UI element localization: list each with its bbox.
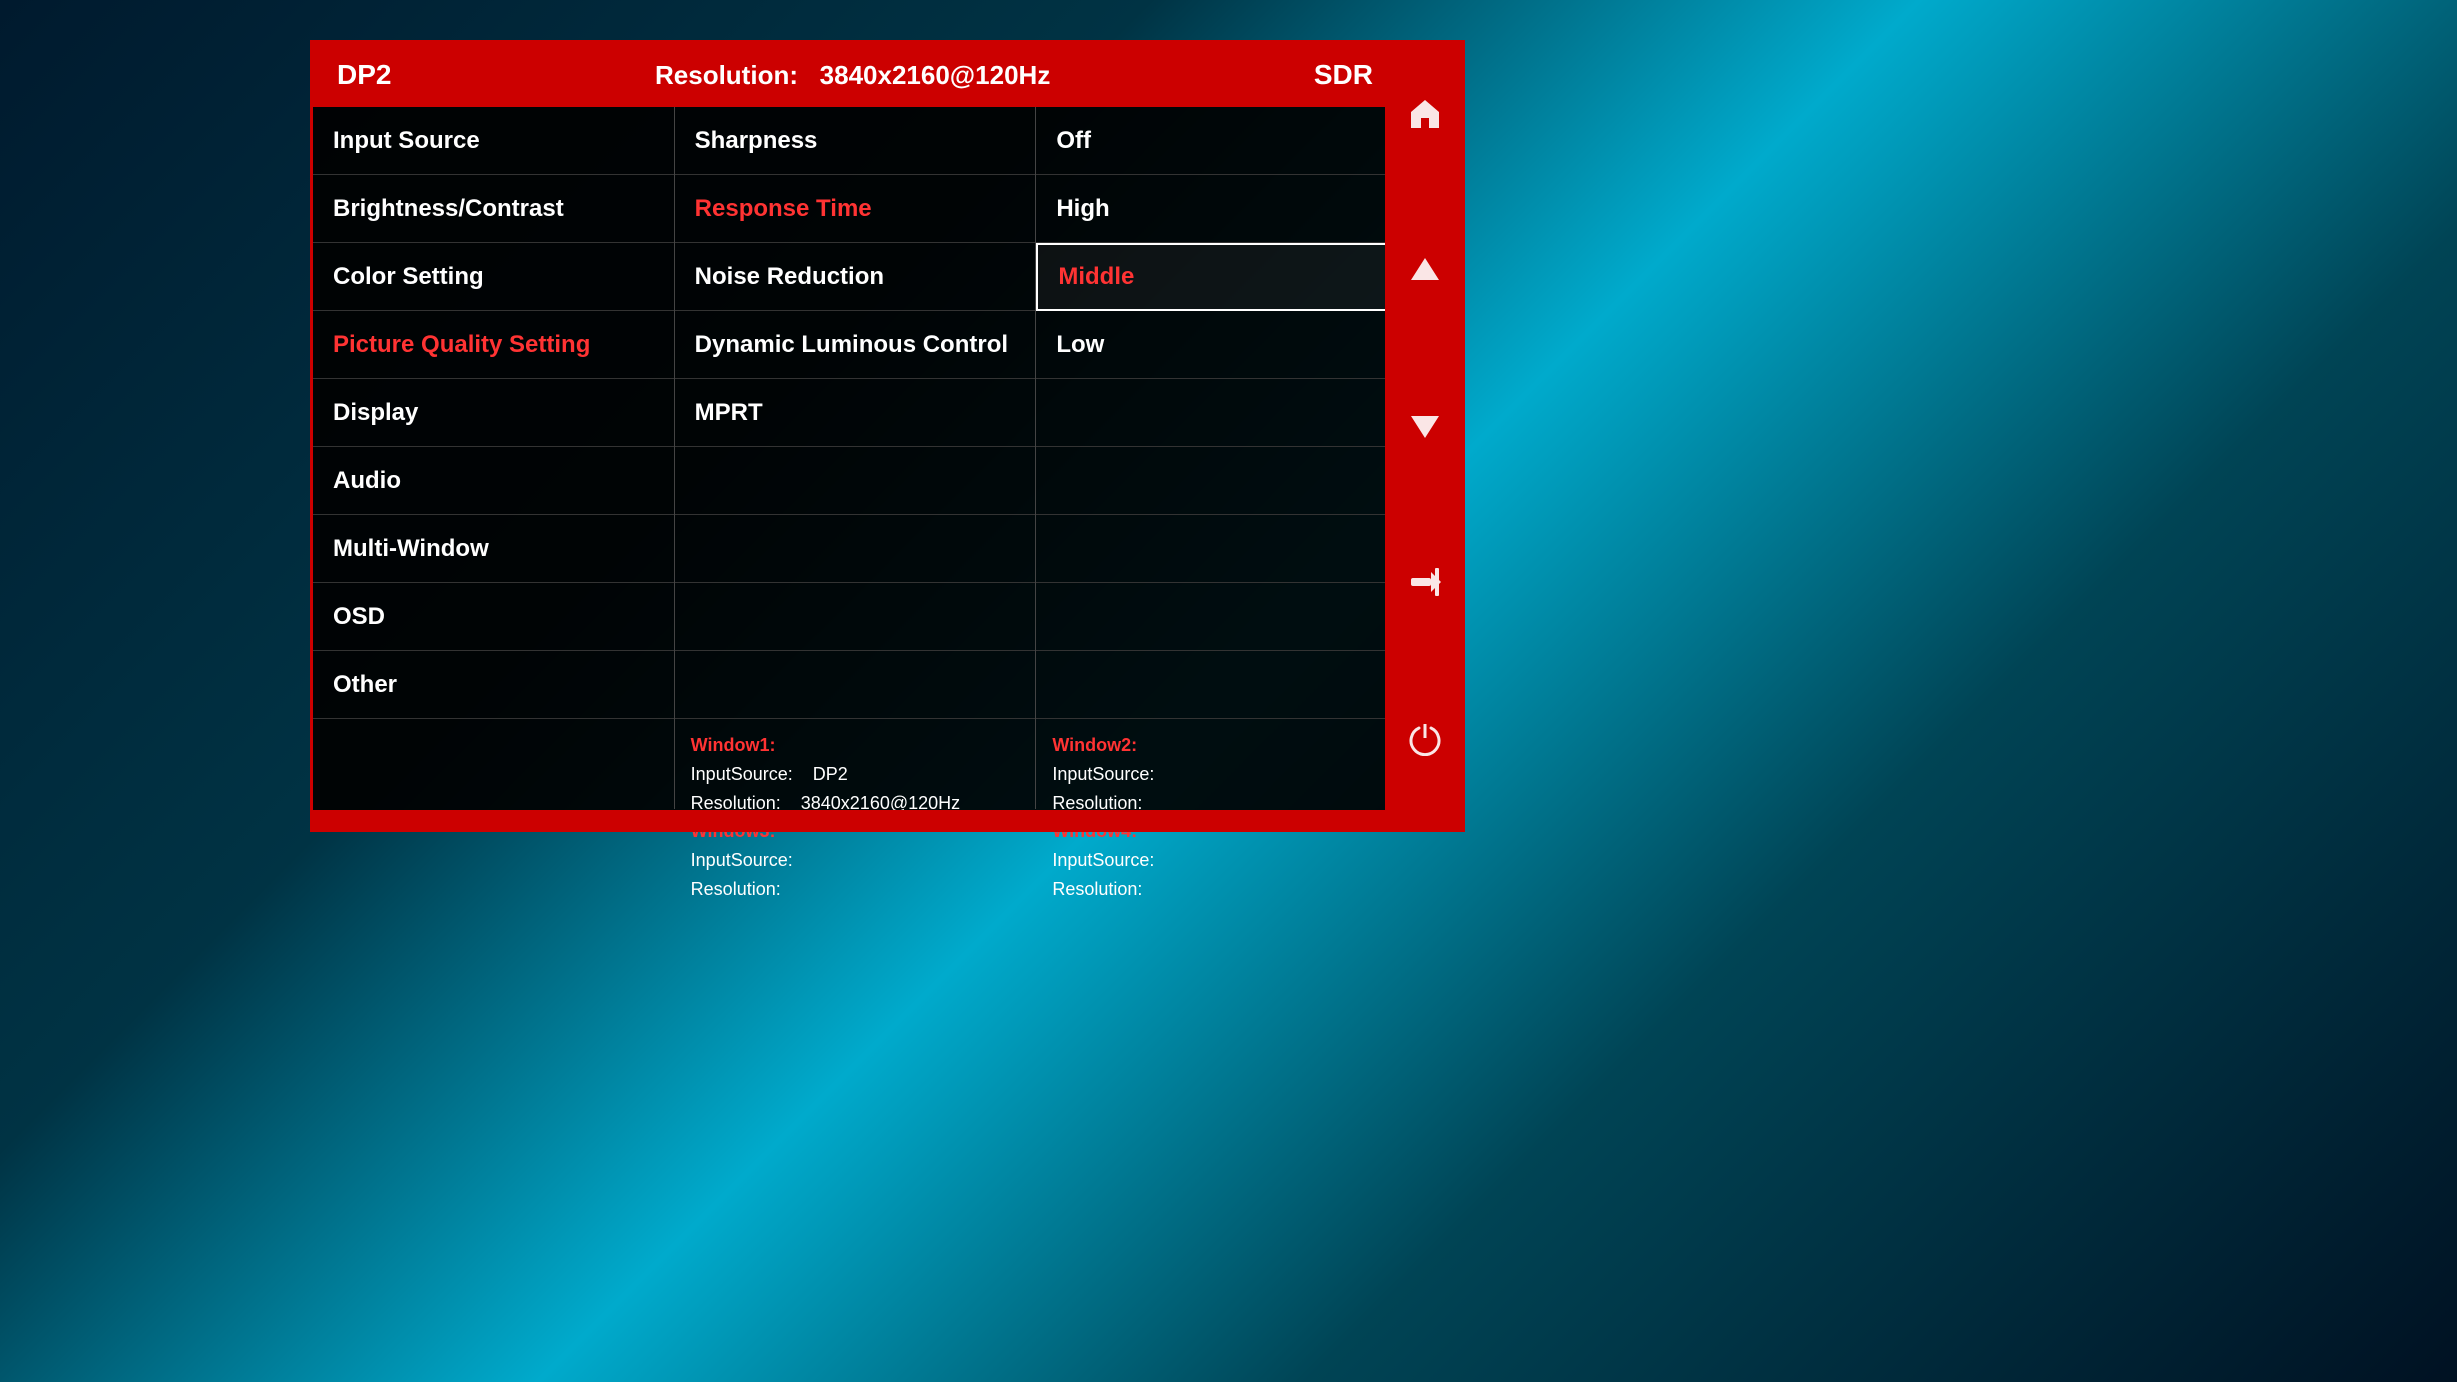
menu-item-osd[interactable]: OSD <box>313 583 674 651</box>
submenu-sharpness[interactable]: Sharpness <box>675 107 1036 175</box>
menu-item-brightness[interactable]: Brightness/Contrast <box>313 175 674 243</box>
submenu-response-time[interactable]: Response Time <box>675 175 1036 243</box>
submenu-dynamic-luminous[interactable]: Dynamic Luminous Control <box>675 311 1036 379</box>
home-icon[interactable] <box>1407 96 1443 141</box>
value-mprt <box>1036 379 1397 447</box>
content-area: Input Source Brightness/Contrast Color S… <box>313 107 1397 809</box>
submenu-empty-4 <box>675 651 1036 719</box>
value-empty-3 <box>1036 583 1397 651</box>
input-label: DP2 <box>337 59 391 91</box>
menu-column: Input Source Brightness/Contrast Color S… <box>313 107 675 809</box>
menu-item-other[interactable]: Other <box>313 651 674 719</box>
submenu-empty-1 <box>675 447 1036 515</box>
window3-input-label: InputSource: <box>691 850 793 870</box>
window3-res-label: Resolution: <box>691 879 781 899</box>
submenu-empty-2 <box>675 515 1036 583</box>
mode-label: SDR <box>1314 59 1373 91</box>
window4-res-label: Resolution: <box>1052 879 1142 899</box>
resolution-label: Resolution: <box>655 60 798 90</box>
power-icon[interactable] <box>1407 720 1443 765</box>
submenu-mprt[interactable]: MPRT <box>675 379 1036 447</box>
menu-item-color-setting[interactable]: Color Setting <box>313 243 674 311</box>
down-icon[interactable] <box>1407 408 1443 453</box>
menu-item-audio[interactable]: Audio <box>313 447 674 515</box>
up-icon[interactable] <box>1407 252 1443 297</box>
header-bar: DP2 Resolution: 3840x2160@120Hz SDR <box>313 43 1397 107</box>
exit-icon[interactable] <box>1407 564 1443 609</box>
submenu-noise-reduction[interactable]: Noise Reduction <box>675 243 1036 311</box>
bottom-bar <box>310 810 1465 832</box>
resolution-display: Resolution: 3840x2160@120Hz <box>655 60 1050 91</box>
window2-input-label: InputSource: <box>1052 764 1154 784</box>
window1-input-value: DP2 <box>813 764 848 784</box>
osd-panel: DP2 Resolution: 3840x2160@120Hz SDR Inpu… <box>310 40 1400 820</box>
menu-item-picture-quality[interactable]: Picture Quality Setting <box>313 311 674 379</box>
value-empty-1 <box>1036 447 1397 515</box>
value-dynamic-luminous: Low <box>1036 311 1397 379</box>
window2-label: Window2: <box>1052 735 1137 755</box>
resolution-value: 3840x2160@120Hz <box>820 60 1051 90</box>
menu-item-display[interactable]: Display <box>313 379 674 447</box>
window1-input-label: InputSource: <box>691 764 793 784</box>
value-noise-reduction: Middle <box>1036 243 1397 311</box>
values-column: Off High Middle Low Window2: <box>1036 107 1397 809</box>
submenu-empty-3 <box>675 583 1036 651</box>
submenu-column: Sharpness Response Time Noise Reduction … <box>675 107 1037 809</box>
value-empty-4 <box>1036 651 1397 719</box>
value-sharpness: Off <box>1036 107 1397 175</box>
value-empty-2 <box>1036 515 1397 583</box>
menu-item-input-source[interactable]: Input Source <box>313 107 674 175</box>
window1-label: Window1: <box>691 735 776 755</box>
side-nav <box>1385 40 1465 820</box>
value-response-time: High <box>1036 175 1397 243</box>
window4-input-label: InputSource: <box>1052 850 1154 870</box>
menu-item-multi-window[interactable]: Multi-Window <box>313 515 674 583</box>
